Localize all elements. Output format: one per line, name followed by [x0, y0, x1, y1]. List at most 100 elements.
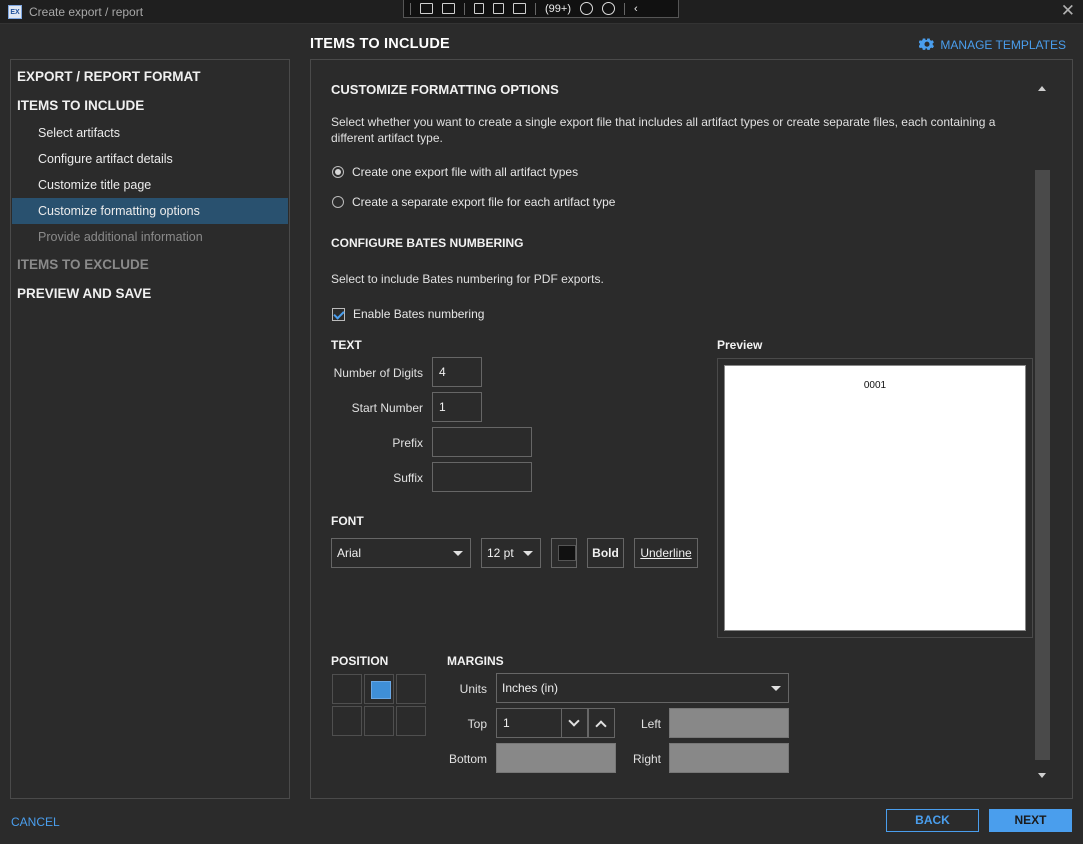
prefix-label: Prefix	[392, 436, 423, 450]
nav-item-customize-formatting-options[interactable]: Customize formatting options	[12, 198, 288, 224]
edit-note-icon[interactable]	[420, 3, 433, 14]
content-scrollbar[interactable]	[1035, 80, 1050, 780]
collapse-chevron-icon[interactable]: ‹	[634, 3, 638, 15]
font-size-select[interactable]: 12 pt	[481, 538, 541, 568]
radio-single-export-label: Create one export file with all artifact…	[352, 165, 579, 179]
position-bottom-right[interactable]	[396, 706, 426, 736]
units-select[interactable]: Inches (in)	[496, 673, 789, 703]
scroll-up-arrow-icon[interactable]	[1038, 86, 1046, 91]
nav-item-provide-additional-information: Provide additional information	[38, 230, 203, 244]
nav-section-items-to-exclude: ITEMS TO EXCLUDE	[17, 257, 149, 272]
bates-description: Select to include Bates numbering for PD…	[331, 272, 604, 286]
window-title: Create export / report	[29, 5, 144, 19]
top-margin-decrement[interactable]	[561, 708, 588, 738]
notification-count: 99+	[548, 2, 568, 15]
top-margin-label: Top	[467, 717, 487, 731]
formatting-description: Select whether you want to create a sing…	[331, 115, 996, 145]
toolbar-separator	[464, 2, 465, 15]
floating-toolbar: (99+) ‹	[403, 0, 679, 18]
gear-icon	[919, 38, 935, 50]
toolbar-grip[interactable]	[410, 2, 411, 15]
top-margin-increment[interactable]	[588, 708, 615, 738]
scroll-down-arrow-icon[interactable]	[1038, 773, 1046, 778]
position-top-right[interactable]	[396, 674, 426, 704]
radio-separate-export[interactable]: Create a separate export file for each a…	[332, 195, 615, 209]
window-capture-icon[interactable]	[513, 3, 526, 14]
notification-badge[interactable]: (99+)	[545, 3, 571, 15]
position-top-center[interactable]	[364, 674, 394, 704]
radio-single-export-indicator[interactable]	[332, 166, 344, 178]
prefix-input[interactable]	[432, 427, 532, 457]
bottom-margin-label: Bottom	[448, 752, 487, 766]
enable-bates-label: Enable Bates numbering	[353, 307, 485, 321]
top-margin-input[interactable]: 1	[496, 708, 562, 738]
page-title: ITEMS TO INCLUDE	[310, 36, 450, 52]
position-heading: POSITION	[331, 654, 389, 668]
manage-templates-label: MANAGE TEMPLATES	[940, 38, 1066, 52]
bates-section-title: CONFIGURE BATES NUMBERING	[331, 236, 524, 250]
radio-separate-export-label: Create a separate export file for each a…	[352, 195, 616, 209]
font-color-button[interactable]	[551, 538, 577, 568]
bottom-margin-input[interactable]	[496, 743, 616, 773]
font-size-value: 12 pt	[487, 546, 514, 560]
nav-item-customize-title-page[interactable]: Customize title page	[12, 172, 288, 198]
nav-item-select-artifacts[interactable]: Select artifacts	[12, 120, 288, 146]
region-select-icon[interactable]	[493, 3, 504, 14]
underline-button[interactable]: Underline	[634, 538, 698, 568]
units-value: Inches (in)	[502, 681, 559, 695]
font-heading: FONT	[331, 514, 364, 528]
accessibility-icon[interactable]	[580, 2, 594, 15]
suffix-input[interactable]	[432, 462, 532, 492]
preview-heading: Preview	[717, 338, 763, 352]
video-record-icon[interactable]	[442, 3, 455, 14]
start-number-input[interactable]: 1	[432, 392, 482, 422]
enable-bates-checkbox-indicator[interactable]	[332, 307, 345, 321]
text-heading: TEXT	[331, 338, 362, 352]
right-margin-input[interactable]	[669, 743, 789, 773]
bold-button[interactable]: Bold	[587, 538, 624, 568]
start-number-label: Start Number	[351, 401, 423, 415]
formatting-section-title: CUSTOMIZE FORMATTING OPTIONS	[331, 82, 559, 97]
chevron-up-icon	[595, 720, 607, 732]
wizard-sidebar: EXPORT / REPORT FORMAT ITEMS TO INCLUDE …	[10, 59, 290, 799]
toolbar-separator	[535, 2, 536, 15]
suffix-label: Suffix	[393, 471, 423, 485]
cancel-button[interactable]: CANCEL	[11, 815, 60, 829]
bates-preview: 0001	[717, 358, 1033, 638]
enable-bates-checkbox[interactable]: Enable Bates numbering	[332, 307, 484, 321]
left-margin-label: Left	[640, 717, 661, 731]
preview-page: 0001	[724, 365, 1026, 631]
font-family-select[interactable]: Arial	[331, 538, 471, 568]
nav-section-export-format[interactable]: EXPORT / REPORT FORMAT	[11, 62, 289, 91]
position-top-left[interactable]	[332, 674, 362, 704]
chevron-down-icon	[523, 551, 533, 556]
nav-section-preview-and-save[interactable]: PREVIEW AND SAVE	[11, 279, 289, 308]
content-panel: CUSTOMIZE FORMATTING OPTIONS Select whet…	[310, 59, 1073, 799]
back-button[interactable]: BACK	[886, 809, 979, 832]
position-bottom-left[interactable]	[332, 706, 362, 736]
select-pointer-icon[interactable]	[474, 3, 484, 14]
left-margin-input[interactable]	[669, 708, 789, 738]
app-icon: EX	[8, 5, 22, 19]
toolbar-separator	[624, 2, 626, 15]
nav-section-items-to-include[interactable]: ITEMS TO INCLUDE	[11, 91, 289, 120]
radio-separate-export-indicator[interactable]	[332, 196, 344, 208]
next-button[interactable]: NEXT	[989, 809, 1072, 832]
right-margin-label: Right	[632, 752, 661, 766]
radio-single-export[interactable]: Create one export file with all artifact…	[332, 165, 578, 179]
manage-templates-link[interactable]: MANAGE TEMPLATES	[919, 37, 1066, 53]
check-circle-icon[interactable]	[602, 2, 616, 15]
digits-input[interactable]: 4	[432, 357, 482, 387]
preview-bates-number: 0001	[863, 380, 887, 391]
scrollbar-thumb[interactable]	[1035, 170, 1050, 760]
chevron-down-icon	[453, 551, 463, 556]
digits-label: Number of Digits	[333, 366, 423, 380]
chevron-down-icon	[568, 715, 580, 727]
margins-heading: MARGINS	[447, 654, 504, 668]
font-family-value: Arial	[337, 546, 362, 560]
units-label: Units	[459, 682, 487, 696]
position-bottom-center[interactable]	[364, 706, 394, 736]
close-icon[interactable]: ✕	[1061, 2, 1075, 20]
nav-item-configure-artifact-details[interactable]: Configure artifact details	[12, 146, 288, 172]
font-color-swatch	[558, 545, 576, 561]
